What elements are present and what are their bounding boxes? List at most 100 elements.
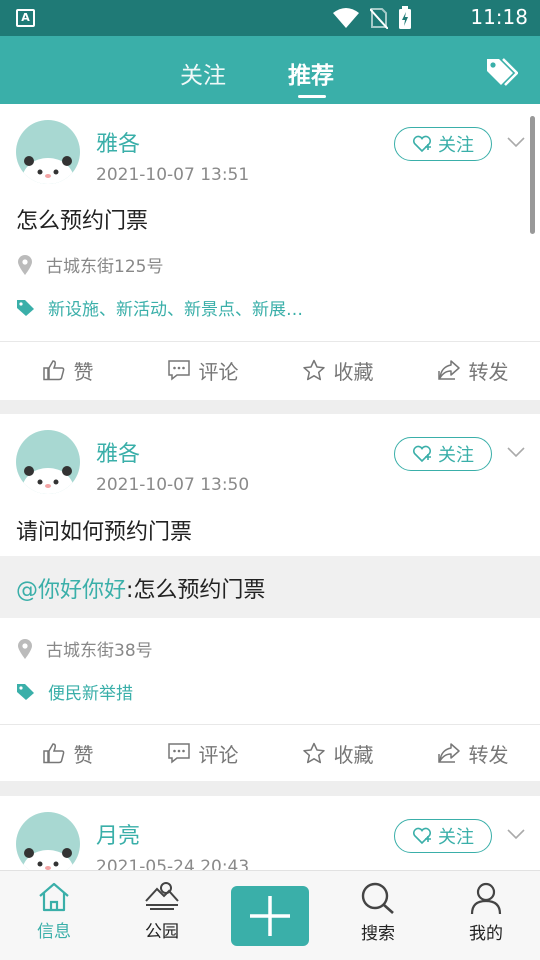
battery-charging-icon	[399, 6, 411, 29]
status-icons	[332, 6, 412, 30]
panda-avatar-icon	[22, 848, 74, 870]
plus-icon	[250, 896, 290, 936]
add-heart-icon	[412, 445, 432, 463]
star-icon	[302, 359, 325, 381]
post-date: 2021-10-07 13:51	[96, 165, 250, 185]
post-card[interactable]: 雅各 2021-10-07 13:51 关注 怎么预约门票 古城东街125号 新…	[0, 104, 540, 400]
tags-icon[interactable]	[484, 56, 518, 86]
location-pin-icon	[18, 254, 32, 275]
top-nav: 关注 推荐	[0, 36, 540, 104]
tag-icon	[17, 683, 34, 700]
thumbs-up-icon	[42, 360, 64, 381]
like-button[interactable]: 赞	[0, 725, 135, 781]
scrollbar[interactable]	[530, 116, 535, 234]
post-date: 2021-05-24 20:43	[96, 857, 250, 870]
active-tab-indicator	[298, 95, 326, 98]
status-bar: A 11:18	[0, 0, 540, 36]
follow-label: 关注	[438, 827, 474, 848]
nav-search[interactable]: 搜索	[324, 871, 432, 960]
user-icon	[470, 882, 502, 915]
follow-label: 关注	[438, 445, 474, 466]
mention-link[interactable]: @你好你好	[16, 578, 126, 603]
create-post-button[interactable]	[231, 886, 309, 946]
location-text: 古城东街38号	[46, 641, 153, 661]
collect-button[interactable]: 收藏	[270, 342, 405, 398]
follow-label: 关注	[438, 135, 474, 156]
nav-info[interactable]: 信息	[0, 871, 108, 960]
author-name[interactable]: 雅各	[96, 436, 140, 468]
comment-icon	[167, 360, 190, 381]
comment-button[interactable]: 评论	[135, 342, 270, 398]
post-card[interactable]: 雅各 2021-10-07 13:50 关注 请问如何预约门票 @你好你好:怎么…	[0, 414, 540, 781]
thumbs-up-icon	[42, 743, 64, 764]
post-content: 请问如何预约门票	[16, 520, 193, 545]
like-label: 赞	[73, 742, 94, 767]
collect-label: 收藏	[333, 359, 374, 384]
share-icon	[437, 360, 460, 380]
nav-park[interactable]: 公园	[108, 871, 216, 960]
chevron-down-icon[interactable]	[506, 132, 526, 152]
nav-post-slot	[216, 871, 324, 960]
avatar[interactable]	[16, 120, 80, 184]
add-heart-icon	[412, 135, 432, 153]
follow-button[interactable]: 关注	[394, 819, 492, 853]
park-landscape-icon	[145, 882, 179, 910]
follow-button[interactable]: 关注	[394, 127, 492, 161]
share-label: 转发	[468, 742, 509, 767]
tag-icon	[17, 299, 34, 316]
post-actions: 赞 评论 收藏 转发	[0, 725, 540, 781]
nav-me-label: 我的	[469, 924, 503, 944]
tab-recommend[interactable]: 推荐	[288, 56, 334, 90]
follow-button[interactable]: 关注	[394, 437, 492, 471]
post-location: 古城东街38号	[16, 636, 153, 661]
avatar[interactable]	[16, 812, 80, 870]
avatar[interactable]	[16, 430, 80, 494]
bottom-nav: 信息 公园 搜索 我的	[0, 870, 540, 960]
post-content: 怎么预约门票	[16, 209, 149, 234]
star-icon	[302, 742, 325, 764]
share-button[interactable]: 转发	[405, 342, 540, 398]
tags-text[interactable]: 便民新举措	[48, 679, 133, 704]
post-feed[interactable]: 雅各 2021-10-07 13:51 关注 怎么预约门票 古城东街125号 新…	[0, 104, 540, 870]
quoted-post[interactable]: @你好你好:怎么预约门票	[0, 556, 540, 618]
comment-label: 评论	[198, 359, 239, 384]
author-name[interactable]: 雅各	[96, 126, 140, 158]
post-tags[interactable]: 新设施、新活动、新景点、新展…	[16, 295, 303, 320]
panda-avatar-icon	[22, 466, 74, 494]
status-time: 11:18	[470, 5, 528, 29]
nav-search-label: 搜索	[361, 924, 395, 944]
comment-label: 评论	[198, 742, 239, 767]
tab-follow[interactable]: 关注	[180, 56, 226, 90]
chevron-down-icon[interactable]	[506, 824, 526, 844]
panda-avatar-icon	[22, 156, 74, 184]
nav-park-label: 公园	[145, 922, 179, 942]
share-button[interactable]: 转发	[405, 725, 540, 781]
nav-me[interactable]: 我的	[432, 871, 540, 960]
tags-text[interactable]: 新设施、新活动、新景点、新展…	[48, 295, 303, 320]
post-tags[interactable]: 便民新举措	[16, 679, 133, 704]
comment-button[interactable]: 评论	[135, 725, 270, 781]
like-button[interactable]: 赞	[0, 342, 135, 398]
collect-label: 收藏	[333, 742, 374, 767]
post-location: 古城东街125号	[16, 252, 163, 277]
app-notification-icon: A	[16, 9, 35, 27]
collect-button[interactable]: 收藏	[270, 725, 405, 781]
search-icon	[361, 882, 394, 914]
share-icon	[437, 743, 460, 763]
wifi-icon	[333, 8, 359, 28]
location-pin-icon	[18, 638, 32, 659]
post-actions: 赞 评论 收藏 转发	[0, 342, 540, 398]
post-card[interactable]: 月亮 2021-05-24 20:43 关注	[0, 796, 540, 870]
no-sim-icon	[370, 8, 388, 29]
share-label: 转发	[468, 359, 509, 384]
author-name[interactable]: 月亮	[96, 818, 140, 850]
quote-content: :怎么预约门票	[126, 578, 266, 603]
home-icon	[39, 882, 69, 912]
post-date: 2021-10-07 13:50	[96, 475, 250, 495]
quote-text: @你好你好:怎么预约门票	[16, 572, 265, 604]
chevron-down-icon[interactable]	[506, 442, 526, 462]
comment-icon	[167, 743, 190, 764]
location-text: 古城东街125号	[46, 257, 164, 277]
add-heart-icon	[412, 827, 432, 845]
like-label: 赞	[73, 359, 94, 384]
